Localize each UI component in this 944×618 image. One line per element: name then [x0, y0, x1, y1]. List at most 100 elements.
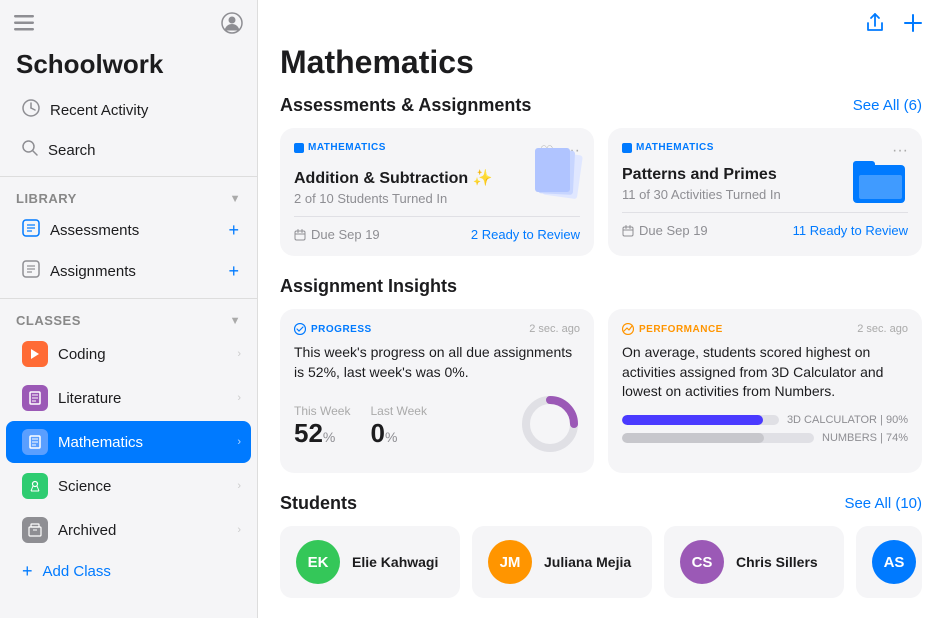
literature-label: Literature	[58, 390, 227, 407]
sidebar-item-recent-activity[interactable]: Recent Activity	[6, 91, 251, 130]
mathematics-class-icon	[22, 429, 48, 455]
this-week-value: 52%	[294, 418, 350, 449]
insights-row: PROGRESS 2 sec. ago This week's progress…	[280, 309, 922, 473]
insight-text-1: On average, students scored highest on a…	[622, 343, 908, 402]
science-class-icon	[22, 473, 48, 499]
chevron-right-icon-2: ›	[237, 392, 241, 404]
add-assessment-button[interactable]: +	[228, 220, 239, 241]
add-class-item[interactable]: + Add Class	[6, 553, 251, 590]
card-thumbnail-0	[525, 150, 580, 205]
avatar-1: JM	[488, 540, 532, 584]
coding-label: Coding	[58, 346, 227, 363]
last-week-value: 0%	[370, 418, 426, 449]
perf-bar-fill-1	[622, 433, 764, 443]
sidebar-item-mathematics[interactable]: Mathematics ›	[6, 421, 251, 463]
chevron-right-icon-3: ›	[237, 436, 241, 448]
insight-card-performance: PERFORMANCE 2 sec. ago On average, stude…	[608, 309, 922, 473]
main-body: Mathematics Assessments & Assignments Se…	[258, 40, 944, 618]
student-name-0: Elie Kahwagi	[352, 554, 438, 570]
insights-section-header: Assignment Insights	[280, 276, 922, 297]
card-footer-1: Due Sep 19 11 Ready to Review	[622, 212, 908, 238]
archived-class-icon	[22, 517, 48, 543]
avatar-3: AS	[872, 540, 916, 584]
card-footer-0: Due Sep 19 2 Ready to Review	[294, 216, 580, 242]
mathematics-label: Mathematics	[58, 434, 227, 451]
chevron-down-icon-2: ▼	[230, 315, 241, 327]
card-subject-1: MATHEMATICS	[622, 142, 714, 153]
chevron-down-icon: ▼	[230, 193, 241, 205]
insight-header-0: PROGRESS 2 sec. ago	[294, 323, 580, 335]
student-card-3[interactable]: AS AbbiStein	[856, 526, 922, 598]
assignment-card-0[interactable]: MATHEMATICS ♡ ··· Addition & Subtraction…	[280, 128, 594, 256]
library-header: Library ▼	[0, 183, 257, 210]
chevron-right-icon-4: ›	[237, 480, 241, 492]
last-week-metric: Last Week 0%	[370, 404, 426, 449]
page-title: Mathematics	[280, 44, 922, 81]
main-top-bar	[258, 0, 944, 40]
sidebar-item-coding[interactable]: Coding ›	[6, 333, 251, 375]
assessments-section-title: Assessments & Assignments	[280, 95, 531, 116]
sidebar-item-archived[interactable]: Archived ›	[6, 509, 251, 551]
assessments-section-header: Assessments & Assignments See All (6)	[280, 95, 922, 116]
main-content: Mathematics Assessments & Assignments Se…	[258, 0, 944, 618]
chevron-right-icon-5: ›	[237, 524, 241, 536]
perf-bar-label-0: 3D CALCULATOR | 90%	[787, 414, 908, 426]
assessments-label: Assessments	[50, 222, 139, 239]
insight-card-progress: PROGRESS 2 sec. ago This week's progress…	[280, 309, 594, 473]
add-assignment-button[interactable]: +	[228, 261, 239, 282]
students-section-title: Students	[280, 493, 357, 514]
perf-bar-label-1: NUMBERS | 74%	[822, 432, 908, 444]
assignments-label: Assignments	[50, 263, 136, 280]
see-all-assignments-link[interactable]: See All (6)	[853, 97, 922, 114]
clock-icon	[22, 99, 40, 122]
student-name-1: Juliana Mejia	[544, 554, 631, 570]
insight-metrics-0: This Week 52% Last Week 0%	[294, 394, 580, 459]
share-button[interactable]	[864, 12, 886, 40]
students-section-header: Students See All (10)	[280, 493, 922, 514]
card-subject-0: MATHEMATICS	[294, 142, 386, 153]
perf-bar-track-1	[622, 433, 814, 443]
student-card-1[interactable]: JM Juliana Mejia	[472, 526, 652, 598]
search-icon	[22, 140, 38, 161]
classes-header: Classes ▼	[0, 305, 257, 332]
sidebar-toggle-button[interactable]	[14, 15, 34, 36]
insight-time-1: 2 sec. ago	[857, 323, 908, 335]
assignment-cards-row: MATHEMATICS ♡ ··· Addition & Subtraction…	[280, 128, 922, 256]
card-thumbnail-1	[853, 150, 908, 205]
assignment-card-1[interactable]: MATHEMATICS ··· Patterns and Primes 11 o…	[608, 128, 922, 256]
sidebar-item-science[interactable]: Science ›	[6, 465, 251, 507]
sidebar-item-label: Recent Activity	[50, 102, 148, 119]
perf-bar-fill-0	[622, 415, 763, 425]
coding-class-icon	[22, 341, 48, 367]
archived-label: Archived	[58, 522, 227, 539]
card-due-1: Due Sep 19	[622, 223, 708, 238]
assignments-icon	[22, 260, 40, 283]
performance-bars: 3D CALCULATOR | 90% NUMBERS | 74%	[622, 414, 908, 444]
student-card-2[interactable]: CS Chris Sillers	[664, 526, 844, 598]
progress-donut	[520, 394, 580, 459]
student-card-0[interactable]: EK Elie Kahwagi	[280, 526, 460, 598]
insight-time-0: 2 sec. ago	[529, 323, 580, 335]
sidebar-item-literature[interactable]: Literature ›	[6, 377, 251, 419]
insight-text-0: This week's progress on all due assignme…	[294, 343, 580, 382]
sidebar-top-bar	[0, 0, 257, 45]
sidebar-item-assessments[interactable]: Assessments +	[6, 211, 251, 250]
sidebar: Schoolwork Recent Activity Search Librar…	[0, 0, 258, 618]
avatar-0: EK	[296, 540, 340, 584]
science-label: Science	[58, 478, 227, 495]
chevron-right-icon: ›	[237, 348, 241, 360]
sidebar-item-search[interactable]: Search	[6, 132, 251, 169]
this-week-metric: This Week 52%	[294, 404, 350, 449]
insights-section-title: Assignment Insights	[280, 276, 457, 297]
perf-bar-track-0	[622, 415, 779, 425]
insight-type-0: PROGRESS	[294, 323, 372, 335]
perf-bar-row-0: 3D CALCULATOR | 90%	[622, 414, 908, 426]
add-class-label: Add Class	[43, 563, 111, 580]
sidebar-item-assignments[interactable]: Assignments +	[6, 252, 251, 291]
library-label: Library	[16, 191, 77, 206]
sidebar-item-label: Search	[48, 142, 96, 159]
add-button[interactable]	[902, 12, 924, 40]
profile-button[interactable]	[221, 12, 243, 39]
assessments-icon	[22, 219, 40, 242]
see-all-students-link[interactable]: See All (10)	[844, 495, 922, 512]
